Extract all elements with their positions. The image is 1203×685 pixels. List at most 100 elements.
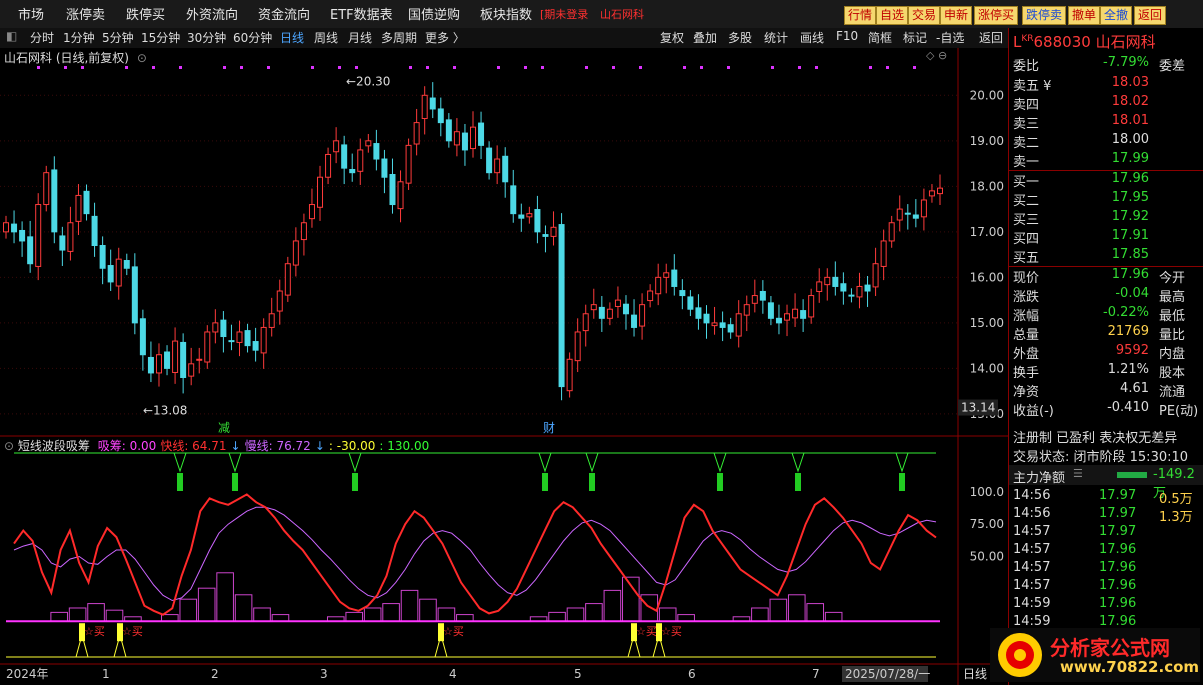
stock-tab[interactable]: 山石网科 (600, 6, 644, 22)
btn-back[interactable]: 返回 (979, 29, 1003, 46)
ask-level-row[interactable]: 卖二 18.00 (1013, 132, 1201, 151)
bid-level-row[interactable]: 买一 17.96 (1013, 171, 1201, 190)
sell-bar (542, 473, 548, 491)
candle-body (252, 341, 259, 351)
tab-intraday[interactable]: 分时 (30, 29, 54, 46)
tick-price: 17.96 (1099, 578, 1137, 593)
tab-5min[interactable]: 5分钟 (102, 29, 134, 46)
tab-weekly[interactable]: 周线 (314, 29, 338, 46)
candle-body (808, 295, 815, 318)
chart-expand-icon[interactable]: ◇ ⊖ (926, 49, 947, 62)
btn-limit-up-buy[interactable]: 涨停买 (974, 6, 1019, 25)
btn-multi-stock[interactable]: 多股 (728, 29, 752, 46)
kline-chart[interactable]: 20.0019.0018.0017.0016.0015.0014.0013.00… (0, 48, 1008, 685)
candle-body (614, 299, 621, 307)
btn-limit-down-sell[interactable]: 跌停卖 (1022, 6, 1067, 25)
btn-mark[interactable]: 标记 (903, 29, 927, 46)
btn-draw[interactable]: 画线 (800, 29, 824, 46)
btn-remove-watch[interactable]: -自选 (936, 29, 964, 46)
btn-cancel-order[interactable]: 撤单 (1068, 6, 1101, 25)
menu-etf-table[interactable]: ETF数据表 (330, 4, 393, 23)
indicator-settings-icon[interactable]: ⊙ (4, 439, 14, 453)
bid-level-row[interactable]: 买五 17.85 (1013, 247, 1201, 266)
ask-level-row[interactable]: 卖一 17.99 (1013, 151, 1201, 170)
ask-level-row[interactable]: 卖三 18.01 (1013, 113, 1201, 132)
candle-body (582, 313, 589, 332)
candle-body (526, 213, 533, 218)
bid-level-row[interactable]: 买三 17.92 (1013, 209, 1201, 228)
stat-sublabel: PE(动) (1159, 404, 1199, 419)
trade-status: 交易状态: 闭市阶段 15:30:10 (1013, 450, 1189, 465)
candle-body (236, 331, 243, 343)
btn-simple-frame[interactable]: 简框 (868, 29, 892, 46)
price-tick-label: 15.00 (970, 316, 1004, 330)
tab-daily[interactable]: 日线 (280, 29, 304, 46)
stat-row[interactable]: 换手 1.21% 股本 (1013, 362, 1201, 381)
ask-level-row[interactable]: 卖四 18.02 (1013, 94, 1201, 113)
time-tick-label: 5 (574, 667, 582, 681)
chart-settings-icon[interactable]: ⊙ (137, 51, 147, 65)
candle-body (486, 147, 493, 174)
stat-row[interactable]: 现价 17.96 今开 (1013, 267, 1201, 286)
btn-stats[interactable]: 统计 (764, 29, 788, 46)
bottom-tab[interactable]: 日线 (963, 665, 987, 682)
tab-60min[interactable]: 60分钟 (233, 29, 272, 46)
bid-level-row[interactable]: 买四 17.91 (1013, 228, 1201, 247)
weicha-label: 委差 (1159, 59, 1186, 74)
stat-row[interactable]: 涨幅 -0.22% 最低 (1013, 305, 1201, 324)
tick-row: 14:57 17.96 (1013, 560, 1201, 578)
candle-body (349, 168, 356, 174)
menu-fund-flow[interactable]: 资金流向 (258, 4, 310, 23)
menu-bond-repo[interactable]: 国债逆购 (408, 4, 460, 23)
stat-row[interactable]: 涨跌 -0.04 最高 (1013, 286, 1201, 305)
btn-f10[interactable]: F10 (836, 29, 858, 43)
login-status[interactable]: [期未登录 (540, 6, 588, 22)
indicator-name: 短线波段吸筹 (17, 439, 90, 453)
menu-limit-up-sell[interactable]: 涨停卖 (66, 4, 105, 23)
bid-level-label: 买二 (1013, 194, 1040, 209)
tab-monthly[interactable]: 月线 (348, 29, 372, 46)
btn-quote[interactable]: 行情 (844, 6, 877, 25)
stat-value: -0.22% (1103, 305, 1149, 320)
menu-sector-index[interactable]: 板块指数 (480, 4, 532, 23)
stat-row[interactable]: 净资 4.61 流通 (1013, 381, 1201, 400)
bid-level-row[interactable]: 买二 17.95 (1013, 190, 1201, 209)
stat-row[interactable]: 外盘 9592 内盘 (1013, 343, 1201, 362)
candle-body (67, 222, 74, 252)
btn-return[interactable]: 返回 (1134, 6, 1167, 25)
btn-overlay[interactable]: 叠加 (693, 29, 717, 46)
tab-1min[interactable]: 1分钟 (63, 29, 95, 46)
menu-foreign-flow[interactable]: 外资流向 (186, 4, 238, 23)
candle-body (35, 204, 42, 267)
watermark-icon (998, 633, 1042, 677)
tab-more[interactable]: 更多 〉 (425, 29, 465, 46)
btn-adjust[interactable]: 复权 (660, 29, 684, 46)
tab-30min[interactable]: 30分钟 (187, 29, 226, 46)
candle-body (155, 354, 162, 374)
menu-market[interactable]: 市场 (18, 4, 44, 23)
marker-finance: 财 (543, 421, 555, 435)
btn-cancel-all[interactable]: 全撤 (1100, 6, 1133, 25)
stat-row[interactable]: 总量 21769 量比 (1013, 324, 1201, 343)
btn-trade[interactable]: 交易 (908, 6, 941, 25)
ask-level-row[interactable]: 卖五 ¥ 18.03 (1013, 75, 1201, 94)
panel-toggle-icon[interactable]: ◧ (6, 29, 17, 43)
menu-icon[interactable]: ☰ (1073, 467, 1083, 480)
candle-body (51, 169, 58, 233)
candle-body (679, 290, 686, 297)
time-tick-label: 2025/07/28/一 (845, 667, 930, 681)
menu-limit-down-buy[interactable]: 跌停买 (126, 4, 165, 23)
main-flow-row[interactable]: 主力净额 ☰ -149.2万 (1009, 465, 1203, 501)
tab-multi-period[interactable]: 多周期 (381, 29, 417, 46)
btn-ipo[interactable]: 申新 (940, 6, 973, 25)
signal-dot (426, 66, 429, 69)
btn-watchlist[interactable]: 自选 (876, 6, 909, 25)
candle-body (767, 302, 774, 319)
tab-15min[interactable]: 15分钟 (141, 29, 180, 46)
candle-body (11, 223, 18, 233)
high-price-label: ←20.30 (346, 75, 390, 89)
tick-price: 17.97 (1099, 506, 1137, 521)
tick-row: 14:56 17.97 1.3万 (1013, 506, 1201, 525)
candle-body (413, 122, 420, 145)
stat-row[interactable]: 收益(-) -0.410 PE(动) (1013, 400, 1201, 419)
